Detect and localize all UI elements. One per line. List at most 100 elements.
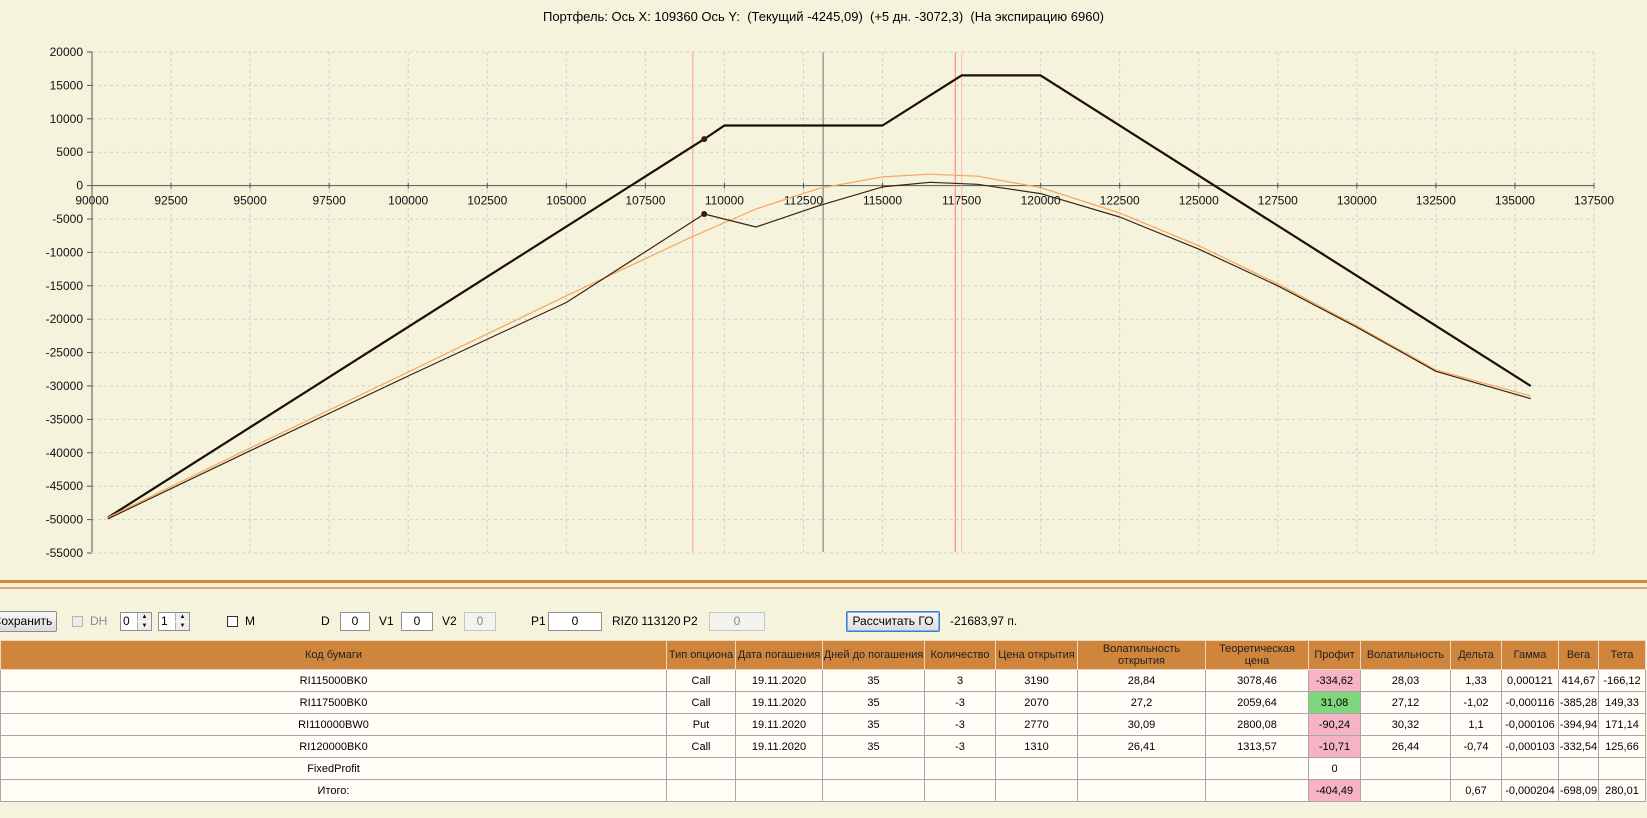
table-cell[interactable]: 26,44 (1360, 735, 1451, 758)
table-cell[interactable]: -332,54 (1558, 735, 1599, 758)
table-cell[interactable]: 125,66 (1598, 735, 1646, 758)
payoff-chart[interactable]: 90000 92500 95000 97500 100000 102500 105000 10… (0, 28, 1647, 558)
table-cell[interactable]: 30,09 (1077, 713, 1206, 736)
dh-checkbox[interactable] (72, 616, 83, 627)
table-cell[interactable]: 19.11.2020 (735, 713, 823, 736)
table-cell[interactable]: -334,62 (1308, 669, 1361, 692)
column-header[interactable]: Волатильность открытия (1077, 640, 1206, 670)
table-cell[interactable]: 1310 (995, 735, 1078, 758)
p2-input[interactable]: 0 (709, 612, 765, 631)
spin-stepper-2[interactable]: 1 ▲ ▼ (158, 612, 190, 631)
table-row[interactable]: RI117500BK0 Call 19.11.2020 35 -3 2070 27,2 205… (0, 691, 1646, 714)
spin-up-icon[interactable]: ▲ (137, 613, 151, 621)
column-header[interactable]: Профит (1308, 640, 1361, 670)
table-cell[interactable]: -3 (924, 735, 996, 758)
table-cell[interactable]: 0 (1308, 757, 1361, 780)
column-header[interactable]: Гамма (1501, 640, 1559, 670)
table-cell[interactable]: Итого: (0, 779, 667, 802)
table-cell[interactable] (1360, 779, 1451, 802)
table-cell[interactable]: -3 (924, 713, 996, 736)
table-cell[interactable]: 35 (822, 735, 925, 758)
table-cell[interactable]: 2059,64 (1205, 691, 1309, 714)
column-header[interactable]: Дата погашения (735, 640, 823, 670)
table-cell[interactable]: -0,000116 (1501, 691, 1559, 714)
table-cell[interactable] (1077, 779, 1206, 802)
m-checkbox[interactable] (227, 616, 238, 627)
table-cell[interactable] (822, 757, 925, 780)
table-cell[interactable] (1598, 757, 1646, 780)
table-cell[interactable] (666, 779, 736, 802)
v2-input[interactable]: 0 (464, 612, 496, 631)
table-cell[interactable]: RI115000BK0 (0, 669, 667, 692)
table-cell[interactable]: RI120000BK0 (0, 735, 667, 758)
spin-stepper-1[interactable]: 0 ▲ ▼ (120, 612, 152, 631)
table-cell[interactable] (1205, 779, 1309, 802)
table-cell[interactable]: 0,67 (1450, 779, 1502, 802)
table-cell[interactable]: 3 (924, 669, 996, 692)
table-cell[interactable]: 1313,57 (1205, 735, 1309, 758)
table-cell[interactable]: -404,49 (1308, 779, 1361, 802)
table-cell[interactable]: 0,000121 (1501, 669, 1559, 692)
column-header[interactable]: Дельта (1450, 640, 1502, 670)
table-cell[interactable]: 3078,46 (1205, 669, 1309, 692)
table-cell[interactable]: 149,33 (1598, 691, 1646, 714)
table-cell[interactable]: Call (666, 735, 736, 758)
table-cell[interactable]: -1,02 (1450, 691, 1502, 714)
table-cell[interactable]: 19.11.2020 (735, 691, 823, 714)
table-cell[interactable] (1558, 757, 1599, 780)
table-cell[interactable] (1450, 757, 1502, 780)
table-cell[interactable]: 414,67 (1558, 669, 1599, 692)
table-cell[interactable]: -0,74 (1450, 735, 1502, 758)
table-cell[interactable]: RI117500BK0 (0, 691, 667, 714)
table-cell[interactable]: 28,03 (1360, 669, 1451, 692)
table-cell[interactable]: 19.11.2020 (735, 735, 823, 758)
table-cell[interactable]: 26,41 (1077, 735, 1206, 758)
table-cell[interactable]: -0,000103 (1501, 735, 1559, 758)
table-cell[interactable]: 1,1 (1450, 713, 1502, 736)
spin-down-icon[interactable]: ▼ (137, 622, 151, 630)
table-cell[interactable]: 2070 (995, 691, 1078, 714)
table-cell[interactable]: 171,14 (1598, 713, 1646, 736)
table-cell[interactable]: Call (666, 669, 736, 692)
column-header[interactable]: Теоретическая цена (1205, 640, 1309, 670)
table-cell[interactable]: 2770 (995, 713, 1078, 736)
column-header[interactable]: Тета (1598, 640, 1646, 670)
table-cell[interactable]: -0,000106 (1501, 713, 1559, 736)
table-row[interactable]: RI120000BK0 Call 19.11.2020 35 -3 1310 26,41 13… (0, 735, 1646, 758)
table-cell[interactable]: 280,01 (1598, 779, 1646, 802)
table-cell[interactable]: -90,24 (1308, 713, 1361, 736)
column-header[interactable]: Вега (1558, 640, 1599, 670)
table-cell[interactable]: Call (666, 691, 736, 714)
v1-input[interactable]: 0 (401, 612, 433, 631)
table-row[interactable]: RI110000BW0 Put 19.11.2020 35 -3 2770 30,09 280… (0, 713, 1646, 736)
table-cell[interactable]: -3 (924, 691, 996, 714)
table-cell[interactable]: 31,08 (1308, 691, 1361, 714)
column-header[interactable]: Количество (924, 640, 996, 670)
column-header[interactable]: Дней до погашения (822, 640, 925, 670)
spin-down-icon[interactable]: ▼ (175, 622, 189, 630)
column-header[interactable]: Цена открытия (995, 640, 1078, 670)
table-cell[interactable] (735, 757, 823, 780)
table-cell[interactable] (924, 779, 996, 802)
table-cell[interactable]: 2800,08 (1205, 713, 1309, 736)
table-row[interactable]: FixedProfit 0 (0, 757, 1646, 780)
column-header[interactable]: Код бумаги (0, 640, 667, 670)
table-cell[interactable]: 35 (822, 669, 925, 692)
spin-up-icon[interactable]: ▲ (175, 613, 189, 621)
calculate-go-button[interactable]: Рассчитать ГО (846, 611, 940, 632)
table-cell[interactable] (1360, 757, 1451, 780)
table-cell[interactable]: 1,33 (1450, 669, 1502, 692)
splitter-bar[interactable] (0, 580, 1647, 583)
table-cell[interactable]: -0,000204 (1501, 779, 1559, 802)
table-cell[interactable]: 27,2 (1077, 691, 1206, 714)
table-cell[interactable] (666, 757, 736, 780)
table-cell[interactable]: -394,94 (1558, 713, 1599, 736)
table-cell[interactable] (822, 779, 925, 802)
table-cell[interactable] (995, 779, 1078, 802)
table-cell[interactable] (924, 757, 996, 780)
table-cell[interactable]: 28,84 (1077, 669, 1206, 692)
table-cell[interactable]: 3190 (995, 669, 1078, 692)
table-cell[interactable]: 30,32 (1360, 713, 1451, 736)
d-input[interactable]: 0 (340, 612, 370, 631)
table-cell[interactable] (1077, 757, 1206, 780)
